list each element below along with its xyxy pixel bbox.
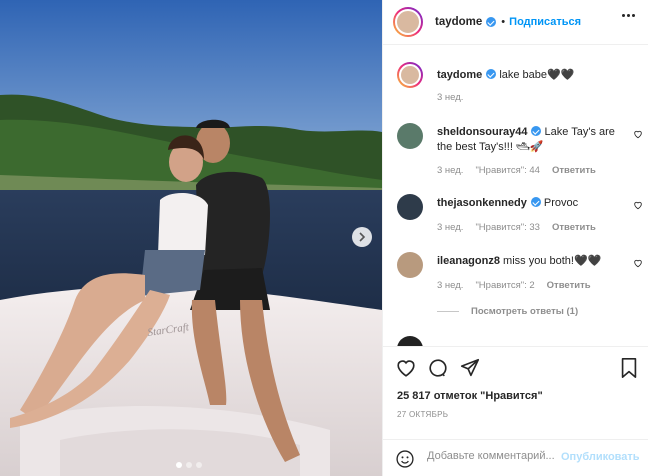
verified-badge-icon bbox=[486, 69, 497, 79]
caption-time: 3 нед. bbox=[437, 92, 464, 103]
like-comment-heart-icon[interactable] bbox=[633, 258, 643, 268]
caption-meta: 3 нед. bbox=[437, 92, 463, 103]
add-comment-bar: Опубликовать bbox=[383, 439, 648, 476]
separator-dot: • bbox=[501, 16, 506, 28]
caption-item: taydome lake babe🖤🖤 3 нед. bbox=[393, 62, 643, 112]
publish-button[interactable]: Опубликовать bbox=[561, 451, 640, 463]
comment-likes[interactable]: "Нравится": 33 bbox=[475, 222, 540, 233]
replies-divider bbox=[437, 311, 459, 312]
more-options-icon[interactable] bbox=[622, 14, 635, 17]
comment-avatar[interactable] bbox=[397, 123, 423, 149]
comment-meta: 3 нед. "Нравится": 33 Ответить bbox=[437, 222, 596, 233]
comment-avatar[interactable] bbox=[397, 336, 423, 346]
share-paper-plane-icon[interactable] bbox=[459, 357, 481, 379]
verified-badge-icon bbox=[531, 126, 542, 136]
comment-meta: 3 нед. "Нравится": 44 Ответить bbox=[437, 165, 596, 176]
comment-time: 3 нед. bbox=[437, 222, 464, 233]
comment-item: ileanagonz8 miss you both!🖤🖤 3 нед. "Нра… bbox=[393, 252, 643, 296]
emoji-smiley-icon[interactable] bbox=[395, 449, 415, 469]
verified-badge-icon bbox=[530, 197, 541, 207]
author-avatar[interactable] bbox=[393, 7, 423, 37]
comment-text: miss you both!🖤🖤 bbox=[503, 255, 602, 267]
view-replies-label: Посмотреть ответы (1) bbox=[471, 306, 579, 317]
post-photo[interactable]: StarCraft bbox=[0, 0, 382, 476]
carousel-dot bbox=[176, 462, 182, 468]
comment-meta: 3 нед. "Нравится": 2 Ответить bbox=[437, 280, 591, 291]
carousel-indicator bbox=[176, 462, 202, 468]
like-comment-heart-icon[interactable] bbox=[633, 200, 643, 210]
comment-avatar[interactable] bbox=[397, 194, 423, 220]
comment-username[interactable]: ileanagonz8 bbox=[437, 255, 500, 267]
comment-item-partial bbox=[393, 336, 643, 346]
carousel-next-button[interactable] bbox=[352, 227, 372, 247]
caption-text: lake babe🖤🖤 bbox=[499, 69, 575, 81]
reply-button[interactable]: Ответить bbox=[552, 165, 596, 176]
comments-list[interactable]: taydome lake babe🖤🖤 3 нед. sheldonsouray… bbox=[383, 46, 648, 346]
follow-button[interactable]: Подписаться bbox=[509, 16, 581, 28]
carousel-dot bbox=[196, 462, 202, 468]
comment-time: 3 нед. bbox=[437, 280, 464, 291]
comment-likes[interactable]: "Нравится": 44 bbox=[475, 165, 540, 176]
post-photo-image: StarCraft bbox=[0, 0, 382, 476]
like-comment-heart-icon[interactable] bbox=[633, 129, 643, 139]
caption-avatar[interactable] bbox=[397, 62, 423, 88]
like-heart-icon[interactable] bbox=[395, 357, 417, 379]
chevron-right-icon bbox=[359, 232, 366, 242]
post-actions: 25 817 отметок "Нравится" 27 ОКТЯБРЬ Опу… bbox=[383, 346, 648, 476]
likes-count[interactable]: 25 817 отметок "Нравится" bbox=[397, 390, 543, 402]
reply-button[interactable]: Ответить bbox=[552, 222, 596, 233]
save-bookmark-icon[interactable] bbox=[619, 357, 639, 379]
post-side-panel: taydome • Подписаться taydome lake babe🖤… bbox=[382, 0, 648, 476]
caption-username[interactable]: taydome bbox=[437, 69, 482, 81]
comment-bubble-icon[interactable] bbox=[427, 357, 449, 379]
comment-input[interactable] bbox=[427, 450, 557, 462]
verified-badge-icon bbox=[486, 17, 497, 27]
author-username[interactable]: taydome bbox=[435, 16, 482, 28]
comment-username[interactable]: sheldonsouray44 bbox=[437, 126, 527, 138]
comment-text: Provoc bbox=[543, 197, 579, 209]
comment-likes[interactable]: "Нравится": 2 bbox=[475, 280, 534, 291]
comment-item: thejasonkennedy Provoc 3 нед. "Нравится"… bbox=[393, 194, 643, 238]
reply-button[interactable]: Ответить bbox=[547, 280, 591, 291]
post-header: taydome • Подписаться bbox=[383, 0, 648, 45]
post-date: 27 ОКТЯБРЬ bbox=[397, 410, 449, 419]
comment-avatar[interactable] bbox=[397, 252, 423, 278]
view-replies-button[interactable]: Посмотреть ответы (1) bbox=[437, 306, 578, 317]
comment-item: sheldonsouray44 Lake Tay's are the best … bbox=[393, 123, 643, 179]
comment-username[interactable]: thejasonkennedy bbox=[437, 197, 527, 209]
comment-time: 3 нед. bbox=[437, 165, 464, 176]
carousel-dot bbox=[186, 462, 192, 468]
